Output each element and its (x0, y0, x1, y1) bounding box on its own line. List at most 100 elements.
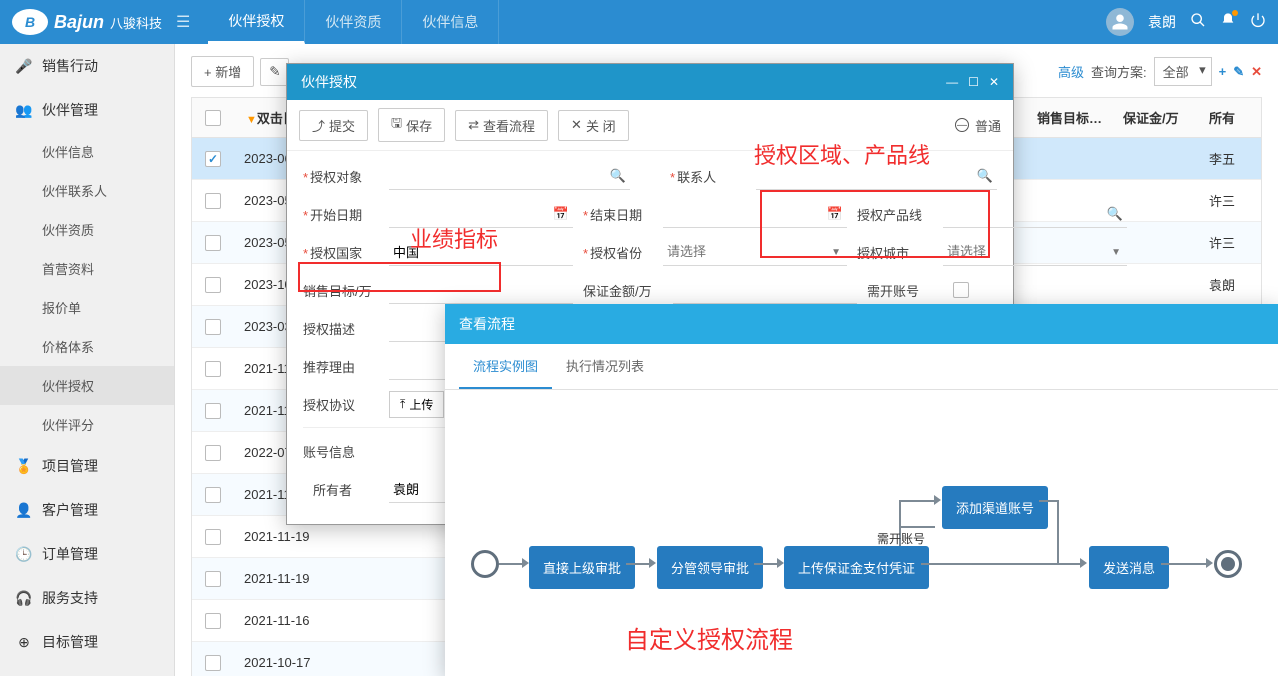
row-checkbox[interactable] (205, 151, 221, 167)
flow-start (471, 550, 499, 578)
delete-icon[interactable]: ✕ (1251, 64, 1262, 80)
flow-canvas: 直接上级审批 分管领导审批 上传保证金支付凭证 需开账号 添加渠道账号 发送消息… (445, 390, 1278, 670)
menu-toggle-icon[interactable]: ☰ (176, 12, 190, 32)
calendar-icon[interactable]: 📅 (553, 206, 569, 222)
search-icon[interactable]: 🔍 (610, 168, 626, 184)
clock-icon: 🕒 (16, 546, 32, 562)
sidebar-sub-first-operate[interactable]: 首营资料 (0, 249, 174, 288)
sidebar-sub-quote[interactable]: 报价单 (0, 288, 174, 327)
upload-button[interactable]: ⤒上传 (389, 391, 444, 418)
search-icon[interactable] (1190, 12, 1206, 33)
row-checkbox[interactable] (205, 193, 221, 209)
tab-partner-qual[interactable]: 伙伴资质 (305, 0, 402, 44)
cell-owner: 袁朗 (1199, 275, 1261, 294)
sidebar-item-order[interactable]: 🕒订单管理 (0, 532, 174, 576)
tab-flow-diagram[interactable]: 流程实例图 (459, 344, 552, 389)
row-checkbox[interactable] (205, 319, 221, 335)
users-icon: 👥 (16, 102, 32, 118)
cell-date: 2021-10-17 (234, 655, 344, 670)
target-icon: ⊕ (16, 634, 32, 650)
col-target[interactable]: 销售目标/万 (1027, 108, 1113, 127)
view-flow-button[interactable]: ⇄查看流程 (455, 110, 548, 141)
col-deposit[interactable]: 保证金/万 (1113, 108, 1199, 127)
logo: B Bajun 八骏科技 (12, 9, 162, 35)
row-checkbox[interactable] (205, 655, 221, 671)
query-plan-label: 查询方案: (1091, 62, 1147, 81)
end-date-input[interactable] (663, 200, 847, 228)
plus-icon[interactable]: + (1219, 64, 1227, 79)
dialog2-title[interactable]: 查看流程 (445, 304, 1278, 344)
auth-target-input[interactable] (389, 162, 630, 190)
need-account-checkbox[interactable] (953, 282, 969, 298)
maximize-icon[interactable]: ☐ (968, 75, 979, 89)
medal-icon: 🏅 (16, 458, 32, 474)
edit-button[interactable]: ✎ (260, 58, 289, 86)
auth-country-input[interactable] (389, 238, 573, 266)
select-all-checkbox[interactable] (205, 110, 221, 126)
auth-province-select[interactable] (663, 238, 847, 266)
save-button[interactable]: 🖫保存 (378, 108, 445, 142)
sidebar-item-target[interactable]: ⊕目标管理 (0, 620, 174, 664)
row-checkbox[interactable] (205, 487, 221, 503)
flow-node-3: 上传保证金支付凭证 (784, 546, 929, 589)
start-date-input[interactable] (389, 200, 573, 228)
auth-product-input[interactable] (943, 200, 1127, 228)
add-button[interactable]: + 新增 (191, 56, 254, 87)
dialog1-title: 伙伴授权 (301, 72, 357, 92)
sidebar-item-sales-action[interactable]: 🎤销售行动 (0, 44, 174, 88)
mode-toggle[interactable]: —普通 (955, 116, 1001, 135)
minimize-icon[interactable]: — (946, 75, 958, 89)
row-checkbox[interactable] (205, 403, 221, 419)
person-icon: 👤 (16, 502, 32, 518)
avatar[interactable] (1106, 8, 1134, 36)
sidebar-item-project[interactable]: 🏅项目管理 (0, 444, 174, 488)
tab-partner-auth[interactable]: 伙伴授权 (208, 0, 305, 44)
row-checkbox[interactable] (205, 529, 221, 545)
search-icon[interactable]: 🔍 (1107, 206, 1123, 222)
dialog1-title-bar[interactable]: 伙伴授权 — ☐ ✕ (287, 64, 1013, 100)
tab-partner-info[interactable]: 伙伴信息 (402, 0, 499, 44)
row-checkbox[interactable] (205, 445, 221, 461)
tab-exec-list[interactable]: 执行情况列表 (552, 344, 658, 389)
submit-button[interactable]: ⤴提交 (299, 110, 368, 141)
dialog-view-flow: 查看流程 流程实例图 执行情况列表 直接上级审批 分管领导审批 上传保证金支付凭… (445, 304, 1278, 676)
advanced-link[interactable]: 高级 (1058, 62, 1084, 81)
top-header: B Bajun 八骏科技 ☰ 伙伴授权 伙伴资质 伙伴信息 袁朗 (0, 0, 1278, 44)
contact-input[interactable] (756, 162, 997, 190)
sidebar-sub-partner-contact[interactable]: 伙伴联系人 (0, 171, 174, 210)
close-icon[interactable]: ✕ (989, 75, 999, 89)
row-checkbox[interactable] (205, 361, 221, 377)
username: 袁朗 (1148, 12, 1176, 32)
cell-owner: 许三 (1199, 191, 1261, 210)
sidebar-item-partner-mgmt[interactable]: 👥伙伴管理 (0, 88, 174, 132)
sidebar-sub-partner-info[interactable]: 伙伴信息 (0, 132, 174, 171)
sidebar-sub-partner-qual[interactable]: 伙伴资质 (0, 210, 174, 249)
sidebar-sub-partner-auth[interactable]: 伙伴授权 (0, 366, 174, 405)
sidebar-sub-pricing[interactable]: 价格体系 (0, 327, 174, 366)
sidebar-item-analysis[interactable]: 📈销售分析 (0, 664, 174, 676)
col-owner[interactable]: 所有 (1199, 108, 1261, 127)
search-icon[interactable]: 🔍 (977, 168, 993, 184)
calendar-icon[interactable]: 📅 (827, 206, 843, 222)
cell-owner: 李五 (1199, 149, 1261, 168)
dialog2-tabs: 流程实例图 执行情况列表 (445, 344, 1278, 390)
flow-node-4: 添加渠道账号 (942, 486, 1048, 529)
cell-date: 2021-11-19 (234, 529, 344, 544)
auth-city-select[interactable] (943, 238, 1127, 266)
sales-target-input[interactable] (389, 276, 573, 304)
edit-icon[interactable]: ✎ (1233, 64, 1244, 80)
power-icon[interactable] (1250, 12, 1266, 33)
cell-date: 2021-11-19 (234, 571, 344, 586)
sidebar-item-support[interactable]: 🎧服务支持 (0, 576, 174, 620)
row-checkbox[interactable] (205, 613, 221, 629)
row-checkbox[interactable] (205, 235, 221, 251)
row-checkbox[interactable] (205, 277, 221, 293)
deposit-input[interactable] (673, 276, 857, 304)
sidebar-sub-partner-score[interactable]: 伙伴评分 (0, 405, 174, 444)
bell-icon[interactable] (1220, 12, 1236, 33)
row-checkbox[interactable] (205, 571, 221, 587)
close-button[interactable]: ✕关 闭 (558, 110, 629, 141)
sidebar-item-customer[interactable]: 👤客户管理 (0, 488, 174, 532)
top-tabs: 伙伴授权 伙伴资质 伙伴信息 (208, 0, 499, 44)
query-plan-select[interactable]: 全部▾ (1154, 57, 1212, 86)
